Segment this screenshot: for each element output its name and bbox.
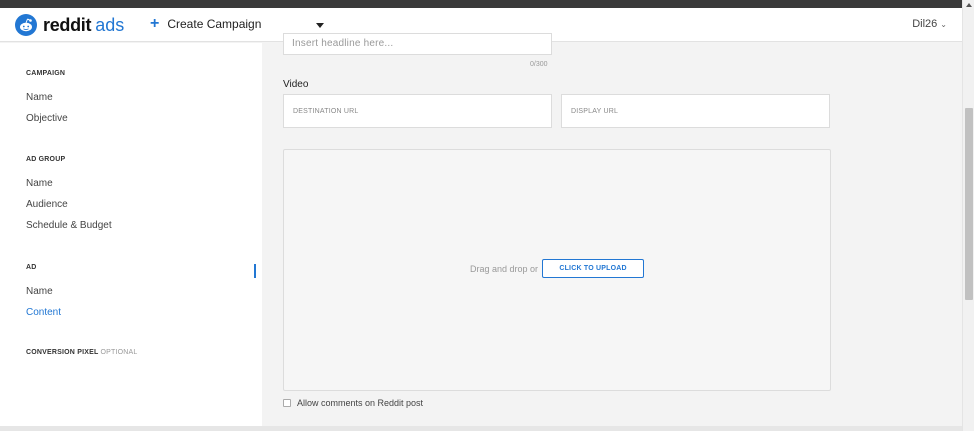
- sidebar-section-ad: AD: [26, 264, 37, 271]
- conversion-pixel-label: CONVERSION PIXEL: [26, 349, 99, 356]
- sidebar: CAMPAIGN Name Objective AD GROUP Name Au…: [0, 43, 262, 426]
- active-item-indicator: [254, 264, 256, 278]
- sidebar-item-content[interactable]: Content: [26, 307, 61, 318]
- allow-comments-checkbox[interactable]: [283, 399, 291, 407]
- create-campaign-button[interactable]: + Create Campaign: [150, 15, 262, 32]
- allow-comments-label[interactable]: Allow comments on Reddit post: [297, 398, 423, 408]
- allow-comments-row[interactable]: Allow comments on Reddit post: [283, 398, 423, 408]
- logo-wordmark: reddit: [43, 14, 92, 35]
- headline-char-counter: 0/300: [530, 61, 548, 68]
- chevron-down-icon: ⌄: [940, 19, 947, 29]
- display-url-input[interactable]: DISPLAY URL: [561, 94, 830, 128]
- sidebar-item-objective[interactable]: Objective: [26, 113, 68, 124]
- drag-drop-text: Drag and drop or: [470, 263, 539, 274]
- video-section-label: Video: [283, 79, 309, 90]
- bottom-strip: [0, 426, 962, 431]
- optional-label: OPTIONAL: [100, 349, 138, 356]
- headline-input[interactable]: Insert headline here...: [283, 33, 552, 55]
- page-scrollbar[interactable]: [962, 0, 974, 431]
- destination-url-placeholder: DESTINATION URL: [293, 108, 359, 115]
- sidebar-item-adgroup-name[interactable]: Name: [26, 178, 53, 189]
- scrollbar-thumb[interactable]: [965, 108, 973, 300]
- create-campaign-label: Create Campaign: [167, 17, 262, 31]
- sidebar-item-ad-name[interactable]: Name: [26, 286, 53, 297]
- sidebar-section-conversion-pixel[interactable]: CONVERSION PIXEL OPTIONAL: [26, 349, 137, 356]
- sidebar-item-audience[interactable]: Audience: [26, 199, 68, 210]
- click-to-upload-button[interactable]: CLICK TO UPLOAD: [542, 259, 645, 278]
- sidebar-section-campaign: CAMPAIGN: [26, 70, 66, 77]
- logo-ads-text: ads: [95, 14, 125, 35]
- headline-placeholder: Insert headline here...: [292, 38, 394, 49]
- plus-icon: +: [150, 15, 160, 32]
- upload-prompt: Drag and drop or CLICK TO UPLOAD: [470, 259, 645, 278]
- reddit-snoo-icon: [15, 14, 37, 36]
- reddit-ads-logo[interactable]: reddit ads: [15, 14, 124, 36]
- main-content: Insert headline here... 0/300 Video DEST…: [262, 33, 962, 426]
- sidebar-item-schedule-budget[interactable]: Schedule & Budget: [26, 220, 112, 231]
- scroll-up-arrow-icon[interactable]: [966, 3, 972, 7]
- destination-url-input[interactable]: DESTINATION URL: [283, 94, 552, 128]
- user-menu[interactable]: Dil26 ⌄: [912, 18, 947, 30]
- username: Dil26: [912, 18, 938, 30]
- display-url-placeholder: DISPLAY URL: [571, 108, 619, 115]
- browser-top-strip: [0, 0, 974, 8]
- video-upload-dropzone[interactable]: Drag and drop or CLICK TO UPLOAD: [283, 149, 831, 391]
- sidebar-item-campaign-name[interactable]: Name: [26, 92, 53, 103]
- sidebar-section-ad-group: AD GROUP: [26, 156, 66, 163]
- caret-down-icon[interactable]: [316, 23, 324, 28]
